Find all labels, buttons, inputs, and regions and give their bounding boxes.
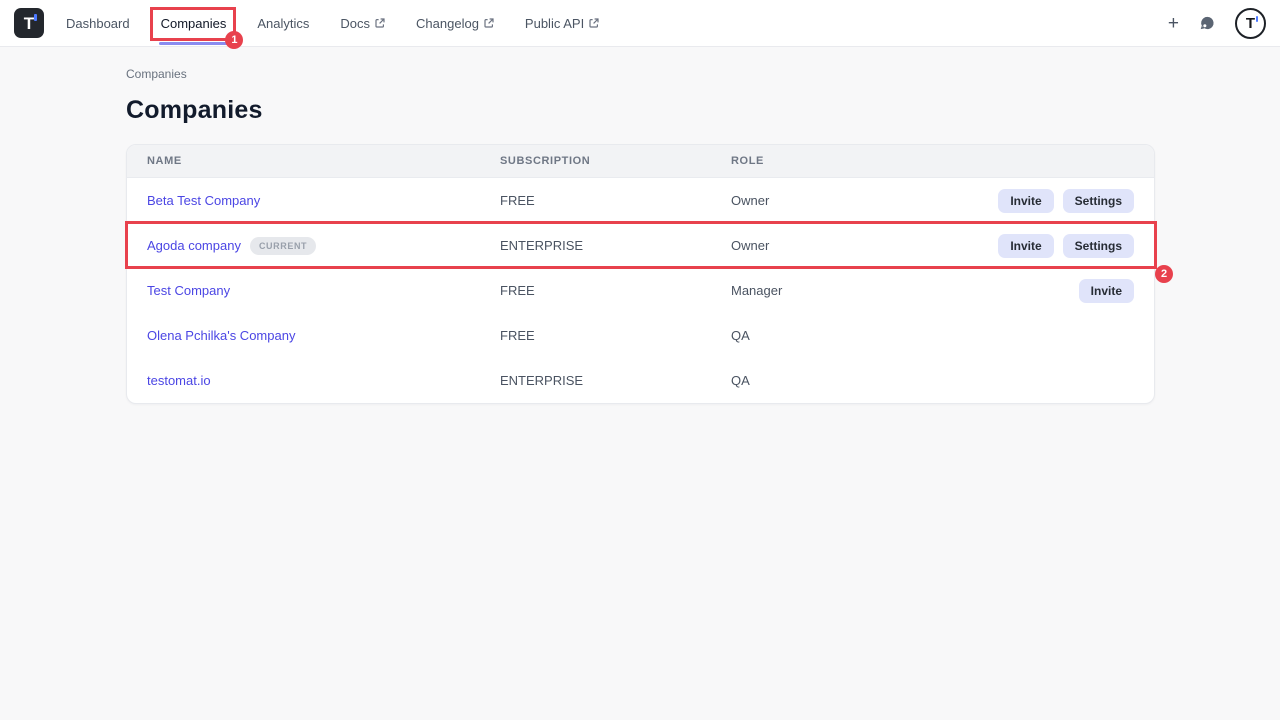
column-header-subscription: SUBSCRIPTION: [500, 155, 731, 167]
subscription-cell: FREE: [500, 328, 731, 343]
nav-item-analytics[interactable]: Analytics: [257, 16, 309, 31]
app-logo-accent: [34, 14, 37, 21]
external-link-icon: [589, 18, 599, 28]
role-cell: Manager: [731, 283, 1079, 298]
app-logo[interactable]: T: [14, 8, 44, 38]
topbar-right-actions: + T: [1168, 8, 1266, 39]
invite-button[interactable]: Invite: [998, 189, 1053, 213]
companies-table: NAME SUBSCRIPTION ROLE Beta Test Company…: [126, 144, 1155, 404]
avatar-logo-accent: [1256, 16, 1259, 22]
company-link[interactable]: Test Company: [147, 283, 230, 298]
subscription-cell: ENTERPRISE: [500, 373, 731, 388]
support-chat-icon[interactable]: [1198, 14, 1216, 32]
annotation-step-badge-1: 1: [225, 31, 243, 49]
role-cell: QA: [731, 373, 1134, 388]
subscription-cell: FREE: [500, 193, 731, 208]
nav-item-label: Docs: [340, 16, 370, 31]
top-navigation-bar: T Dashboard Companies 1 Analytics Docs: [0, 0, 1280, 47]
subscription-cell: ENTERPRISE: [500, 238, 731, 253]
nav-item-label: Companies: [161, 16, 227, 31]
column-header-role: ROLE: [731, 155, 1134, 167]
user-avatar[interactable]: T: [1235, 8, 1266, 39]
table-row-current: Agoda company CURRENT ENTERPRISE Owner I…: [127, 223, 1154, 268]
nav-item-label: Changelog: [416, 16, 479, 31]
add-icon[interactable]: +: [1168, 14, 1179, 33]
nav-item-companies[interactable]: Companies 1: [161, 16, 227, 31]
external-link-icon: [375, 18, 385, 28]
nav-item-label: Analytics: [257, 16, 309, 31]
role-cell: QA: [731, 328, 1134, 343]
column-header-name: NAME: [147, 155, 500, 167]
invite-button[interactable]: Invite: [998, 234, 1053, 258]
nav-item-docs[interactable]: Docs: [340, 16, 385, 31]
role-cell: Owner: [731, 193, 998, 208]
invite-button[interactable]: Invite: [1079, 279, 1134, 303]
company-link[interactable]: Olena Pchilka's Company: [147, 328, 295, 343]
table-header-row: NAME SUBSCRIPTION ROLE: [127, 145, 1154, 178]
subscription-cell: FREE: [500, 283, 731, 298]
role-cell: Owner: [731, 238, 998, 253]
app-logo-letter: T: [24, 15, 34, 32]
company-link[interactable]: Beta Test Company: [147, 193, 260, 208]
company-link[interactable]: testomat.io: [147, 373, 211, 388]
table-row: testomat.io ENTERPRISE QA: [127, 358, 1154, 403]
nav-item-label: Public API: [525, 16, 584, 31]
settings-button[interactable]: Settings: [1063, 189, 1134, 213]
main-content: Companies Companies NAME SUBSCRIPTION RO…: [0, 47, 1280, 404]
nav-item-dashboard[interactable]: Dashboard: [66, 16, 130, 31]
nav-item-changelog[interactable]: Changelog: [416, 16, 494, 31]
nav-item-public-api[interactable]: Public API: [525, 16, 599, 31]
breadcrumb[interactable]: Companies: [126, 67, 1154, 81]
table-row: Beta Test Company FREE Owner Invite Sett…: [127, 178, 1154, 223]
page-title: Companies: [126, 96, 1154, 125]
settings-button[interactable]: Settings: [1063, 234, 1134, 258]
nav-item-label: Dashboard: [66, 16, 130, 31]
company-link[interactable]: Agoda company: [147, 238, 241, 253]
main-nav: Dashboard Companies 1 Analytics Docs Cha…: [66, 16, 599, 31]
avatar-letter: T: [1246, 16, 1255, 31]
current-company-badge: CURRENT: [250, 237, 316, 255]
annotation-step-badge-2: 2: [1155, 265, 1173, 283]
active-tab-underline: [159, 42, 229, 45]
table-row: Test Company FREE Manager Invite: [127, 268, 1154, 313]
external-link-icon: [484, 18, 494, 28]
table-row: Olena Pchilka's Company FREE QA: [127, 313, 1154, 358]
